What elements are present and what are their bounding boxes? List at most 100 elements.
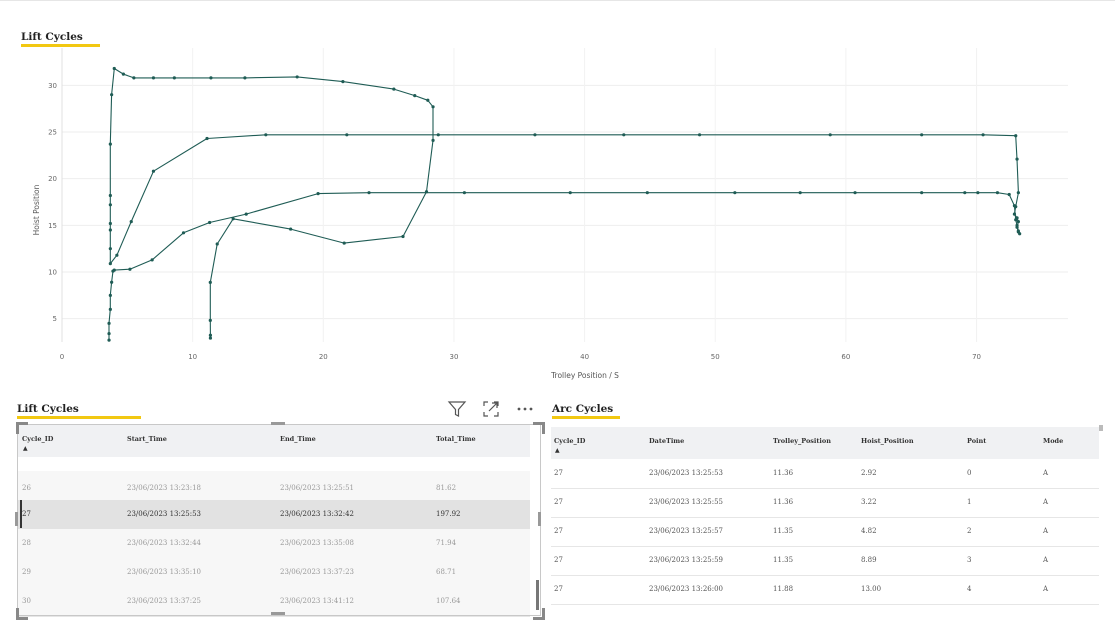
data-point <box>129 220 133 224</box>
row-selection-marker <box>20 500 22 528</box>
data-point <box>107 321 111 325</box>
data-point <box>208 220 212 225</box>
data-point <box>108 247 112 251</box>
arc-cycles-table[interactable]: Cycle_ID ▲ DateTime Trolley_Position Hoi… <box>551 427 1099 620</box>
data-point <box>981 133 985 137</box>
resize-handle-bottom[interactable] <box>271 612 285 615</box>
cell-point: 4 <box>967 585 972 593</box>
resize-handle-top-left[interactable] <box>16 422 28 434</box>
cell-cycle-id: 27 <box>554 556 563 564</box>
table-row[interactable]: 27 23/06/2023 13:25:55 11.36 3.22 1 A <box>551 488 1099 518</box>
cell-start-time: 23/06/2023 13:35:10 <box>127 568 202 576</box>
cell-mode: A <box>1043 556 1049 564</box>
table-row[interactable]: 27 23/06/2023 13:25:59 11.35 8.89 3 A <box>551 546 1099 576</box>
cell-start-time: 23/06/2023 13:23:18 <box>127 484 202 492</box>
cell-trolley-position: 11.36 <box>773 498 794 506</box>
resize-handle-bottom-right[interactable] <box>533 608 545 620</box>
data-point <box>568 191 572 195</box>
column-header-cycle-id[interactable]: Cycle_ID <box>22 435 53 443</box>
table-row[interactable]: 29 23/06/2023 13:35:10 23/06/2023 13:37:… <box>17 558 530 588</box>
data-point <box>151 169 156 173</box>
lift-cycles-chart[interactable]: 5 10 15 20 25 30 0 10 20 30 40 50 60 70 Trolley Positi… <box>0 30 1115 390</box>
cell-cycle-id: 30 <box>22 597 31 605</box>
lift-cycles-table[interactable]: Cycle_ID ▲ Start_Time End_Time Total_Tim… <box>17 425 540 617</box>
cell-total-time: 197.92 <box>436 510 461 518</box>
data-point <box>107 338 111 342</box>
data-point <box>243 76 247 80</box>
column-header-point[interactable]: Point <box>967 437 986 445</box>
more-options-icon[interactable] <box>514 398 536 420</box>
cell-mode: A <box>1043 527 1049 535</box>
column-header-datetime[interactable]: DateTime <box>649 437 684 445</box>
y-tick-label: 5 <box>53 315 57 323</box>
x-tick-label: 20 <box>319 353 328 361</box>
table-scrollbar[interactable] <box>536 580 539 610</box>
resize-handle-right[interactable] <box>538 512 541 526</box>
table-row[interactable]: 27 23/06/2023 13:25:53 11.36 2.92 0 A <box>551 459 1099 489</box>
y-tick-label: 25 <box>48 129 57 137</box>
data-point <box>208 333 213 337</box>
data-point <box>1007 192 1011 197</box>
data-point <box>976 191 980 195</box>
column-header-start-time[interactable]: Start_Time <box>127 435 167 443</box>
data-point <box>798 191 802 195</box>
resize-handle-bottom-left[interactable] <box>16 608 28 620</box>
cell-hoist-position: 13.00 <box>861 585 882 593</box>
focus-mode-icon[interactable] <box>480 398 502 420</box>
cell-cycle-id: 27 <box>554 585 563 593</box>
y-tick-label: 10 <box>48 269 57 277</box>
resize-handle-left[interactable] <box>15 512 18 526</box>
data-point <box>205 136 209 141</box>
resize-handle-top-right[interactable] <box>533 422 545 434</box>
cell-hoist-position: 2.92 <box>861 469 877 477</box>
cell-datetime: 23/06/2023 13:25:57 <box>649 527 724 535</box>
cell-total-time: 68.71 <box>436 568 457 576</box>
cell-hoist-position: 3.22 <box>861 498 877 506</box>
data-point <box>289 227 293 231</box>
column-header-hoist-position[interactable]: Hoist_Position <box>861 437 914 445</box>
cell-end-time: 23/06/2023 13:25:51 <box>280 484 355 492</box>
data-point <box>108 142 112 146</box>
column-header-mode[interactable]: Mode <box>1043 437 1063 445</box>
data-point <box>392 87 396 91</box>
column-header-trolley-position[interactable]: Trolley_Position <box>773 437 831 445</box>
table-row[interactable]: 28 23/06/2023 13:32:44 23/06/2023 13:35:… <box>17 529 530 559</box>
cell-point: 0 <box>967 469 972 477</box>
data-point <box>828 133 832 137</box>
lift-table-title: Lift Cycles <box>17 403 79 415</box>
data-point <box>151 76 156 80</box>
column-header-end-time[interactable]: End_Time <box>280 435 316 443</box>
cell-mode: A <box>1043 469 1049 477</box>
arc-table-scrollbar[interactable] <box>1099 425 1103 431</box>
data-point <box>181 231 186 235</box>
data-point <box>413 94 417 98</box>
cell-total-time: 71.94 <box>436 539 457 547</box>
x-axis-title: Trolley Position / S <box>550 371 619 380</box>
column-header-total-time[interactable]: Total_Time <box>436 435 476 443</box>
filter-icon[interactable] <box>446 398 468 420</box>
cell-trolley-position: 11.88 <box>773 585 794 593</box>
data-point <box>115 253 119 257</box>
table-row-selected[interactable]: 27 23/06/2023 13:25:53 23/06/2023 13:32:… <box>17 500 530 530</box>
cell-cycle-id: 28 <box>22 539 31 547</box>
data-point <box>172 76 176 80</box>
resize-handle-top[interactable] <box>271 422 285 425</box>
table-row[interactable]: 26 23/06/2023 13:23:18 23/06/2023 13:25:… <box>17 471 530 501</box>
data-point <box>920 133 924 137</box>
x-tick-label: 0 <box>60 353 64 361</box>
table-row[interactable]: 27 23/06/2023 13:26:00 11.88 13.00 4 A <box>551 575 1099 605</box>
data-point <box>995 191 1000 195</box>
data-point <box>1015 157 1019 161</box>
data-point <box>963 191 967 195</box>
chart-canvas[interactable]: 5 10 15 20 25 30 0 10 20 30 40 50 60 70 Trolley Positi… <box>0 30 1115 390</box>
data-point <box>1014 134 1018 138</box>
data-point <box>341 80 345 84</box>
column-header-cycle-id[interactable]: Cycle_ID <box>554 437 585 445</box>
table-row[interactable]: 27 23/06/2023 13:25:57 11.35 4.82 2 A <box>551 517 1099 547</box>
cell-cycle-id: 27 <box>554 498 563 506</box>
cell-cycle-id: 27 <box>554 469 563 477</box>
cell-hoist-position: 4.82 <box>861 527 877 535</box>
data-point <box>1012 204 1017 208</box>
data-point <box>208 336 213 340</box>
data-point <box>401 234 405 239</box>
